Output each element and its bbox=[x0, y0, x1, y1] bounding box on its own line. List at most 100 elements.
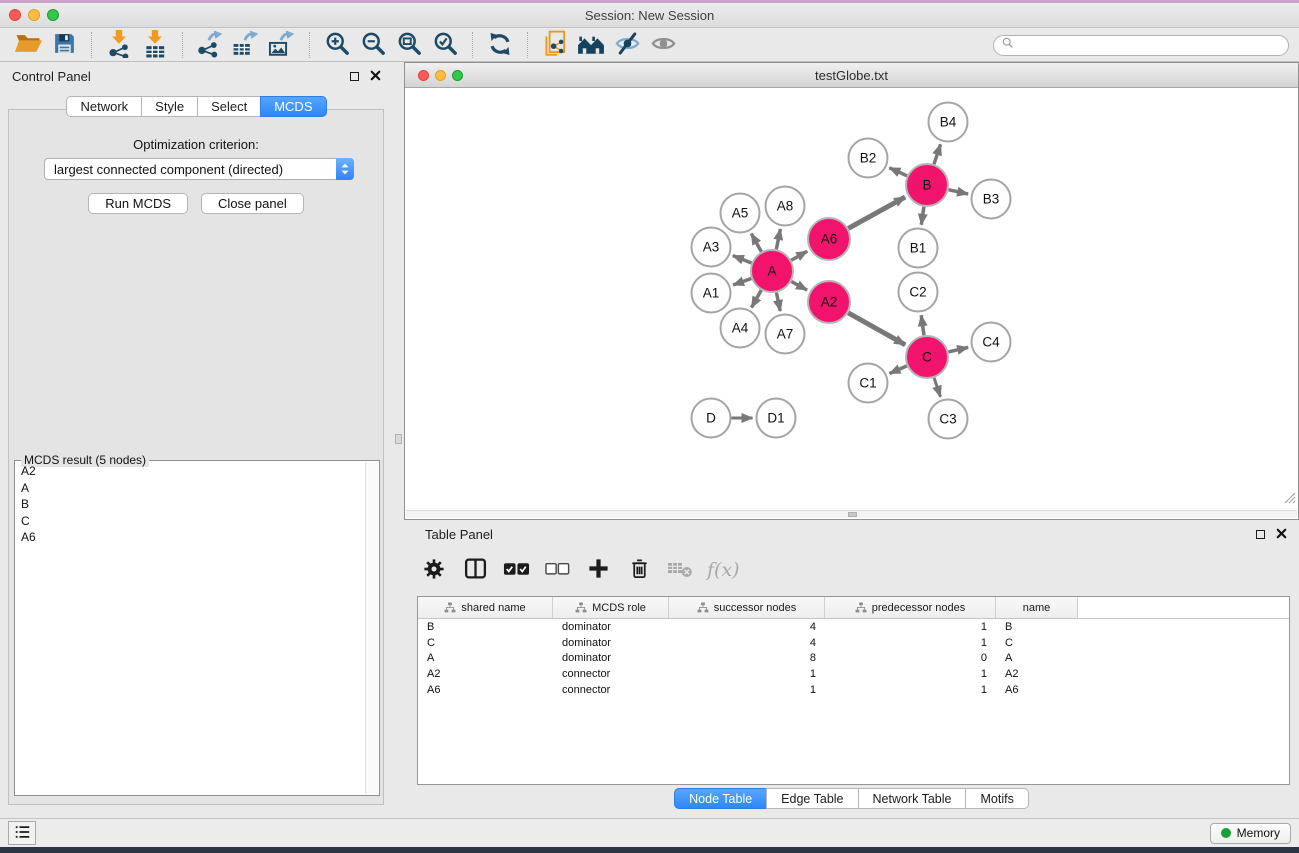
check-all-columns-button[interactable] bbox=[500, 554, 532, 586]
column-header-MCDS-role[interactable]: MCDS role bbox=[553, 597, 669, 618]
split-divider-handle[interactable] bbox=[395, 434, 402, 444]
table-cell[interactable]: B bbox=[996, 621, 1078, 633]
table-cell[interactable]: 4 bbox=[669, 637, 825, 649]
table-cell[interactable]: dominator bbox=[553, 637, 669, 649]
table-cell[interactable]: 1 bbox=[825, 637, 996, 649]
table-cell[interactable]: 1 bbox=[825, 668, 996, 680]
criterion-select[interactable]: largest connected component (directed) bbox=[44, 158, 354, 180]
table-cell[interactable]: 1 bbox=[825, 684, 996, 696]
column-header-name[interactable]: name bbox=[996, 597, 1078, 618]
column-header-predecessor-nodes[interactable]: predecessor nodes bbox=[825, 597, 996, 618]
ndex-button[interactable] bbox=[573, 30, 609, 60]
graph-edge-A-A7[interactable] bbox=[776, 293, 780, 311]
table-cell[interactable]: 8 bbox=[669, 652, 825, 664]
result-scrollbar[interactable] bbox=[365, 462, 378, 794]
tab-select[interactable]: Select bbox=[197, 96, 261, 117]
table-cell[interactable]: A6 bbox=[996, 684, 1078, 696]
table-tab-network-table[interactable]: Network Table bbox=[858, 788, 967, 809]
mcds-result-item[interactable]: C bbox=[17, 513, 364, 530]
maximize-window-button[interactable] bbox=[47, 9, 59, 21]
uncheck-all-columns-button[interactable] bbox=[541, 554, 573, 586]
table-cell[interactable]: C bbox=[418, 637, 553, 649]
table-cell[interactable]: A bbox=[418, 652, 553, 664]
table-cell[interactable]: connector bbox=[553, 668, 669, 680]
graph-edge-C-C2[interactable] bbox=[921, 315, 924, 335]
table-row[interactable]: Adominator80A bbox=[418, 651, 1289, 667]
float-table-panel-icon[interactable] bbox=[1256, 530, 1265, 539]
mcds-result-item[interactable]: A2 bbox=[17, 463, 364, 480]
save-session-button[interactable] bbox=[46, 30, 82, 60]
graph-edge-A2-C[interactable] bbox=[848, 313, 905, 345]
delete-column-button[interactable] bbox=[623, 554, 655, 586]
table-cell[interactable]: 0 bbox=[825, 652, 996, 664]
task-history-button[interactable] bbox=[8, 821, 36, 845]
table-cell[interactable]: C bbox=[996, 637, 1078, 649]
table-cell[interactable]: A bbox=[996, 652, 1078, 664]
export-image-button[interactable] bbox=[264, 30, 300, 60]
run-mcds-button[interactable]: Run MCDS bbox=[88, 193, 188, 214]
apply-layout-button[interactable] bbox=[482, 30, 518, 60]
table-row[interactable]: A6connector11A6 bbox=[418, 682, 1289, 698]
minimize-network-window-button[interactable] bbox=[435, 70, 446, 81]
table-cell[interactable]: B bbox=[418, 621, 553, 633]
zoom-fit-button[interactable] bbox=[391, 30, 427, 60]
export-network-button[interactable] bbox=[192, 30, 228, 60]
graph-edge-A-A2[interactable] bbox=[791, 282, 807, 291]
graph-edge-C-C4[interactable] bbox=[948, 347, 968, 352]
graph-edge-A-A1[interactable] bbox=[733, 278, 751, 285]
add-column-button[interactable] bbox=[582, 554, 614, 586]
import-network-button[interactable] bbox=[101, 30, 137, 60]
zoom-selected-button[interactable] bbox=[427, 30, 463, 60]
search-field[interactable] bbox=[993, 35, 1289, 56]
close-table-panel-icon[interactable] bbox=[1276, 527, 1287, 542]
close-panel-button[interactable]: Close panel bbox=[201, 193, 304, 214]
column-header-successor-nodes[interactable]: successor nodes bbox=[669, 597, 825, 618]
table-mode-button[interactable] bbox=[418, 554, 450, 586]
close-window-button[interactable] bbox=[9, 9, 21, 21]
graph-edge-C-C3[interactable] bbox=[934, 378, 940, 397]
table-cell[interactable]: dominator bbox=[553, 621, 669, 633]
graph-edge-B-B4[interactable] bbox=[934, 144, 941, 164]
search-input[interactable] bbox=[1018, 38, 1281, 52]
graph-edge-B-B3[interactable] bbox=[948, 190, 968, 194]
table-row[interactable]: A2connector11A2 bbox=[418, 666, 1289, 682]
table-cell[interactable]: A2 bbox=[996, 668, 1078, 680]
table-cell[interactable]: 1 bbox=[825, 621, 996, 633]
table-cell[interactable]: 1 bbox=[669, 668, 825, 680]
graph-edge-A-A6[interactable] bbox=[791, 251, 807, 260]
zoom-out-button[interactable] bbox=[355, 30, 391, 60]
zoom-in-button[interactable] bbox=[319, 30, 355, 60]
table-cell[interactable]: dominator bbox=[553, 652, 669, 664]
show-all-button[interactable] bbox=[645, 30, 681, 60]
graph-edge-A-A4[interactable] bbox=[752, 290, 762, 307]
tab-mcds[interactable]: MCDS bbox=[260, 96, 326, 117]
mcds-result-item[interactable]: A6 bbox=[17, 529, 364, 546]
network-canvas[interactable]: B4B2BB3A8A5A6A3B1AA1C2A2A4A7C4CC1C3DD1 bbox=[406, 89, 1297, 510]
memory-button[interactable]: Memory bbox=[1210, 823, 1291, 844]
hscroll-thumb[interactable] bbox=[848, 512, 857, 517]
table-row[interactable]: Cdominator41C bbox=[418, 635, 1289, 651]
network-hscrollbar[interactable] bbox=[406, 510, 1297, 518]
table-row[interactable]: Bdominator41B bbox=[418, 619, 1289, 635]
resize-grip-icon[interactable] bbox=[1284, 491, 1296, 509]
network-graph[interactable]: B4B2BB3A8A5A6A3B1AA1C2A2A4A7C4CC1C3DD1 bbox=[406, 89, 1297, 510]
table-cell[interactable]: A6 bbox=[418, 684, 553, 696]
split-panel-button[interactable] bbox=[459, 554, 491, 586]
graph-edge-A6-B[interactable] bbox=[848, 197, 905, 228]
graph-edge-A-A8[interactable] bbox=[776, 229, 780, 249]
graph-edge-B-B1[interactable] bbox=[921, 207, 924, 225]
close-panel-icon[interactable] bbox=[370, 69, 381, 84]
graph-edge-B-B2[interactable] bbox=[889, 168, 907, 176]
tab-style[interactable]: Style bbox=[141, 96, 198, 117]
hide-selected-button[interactable] bbox=[609, 30, 645, 60]
new-network-from-selection-button[interactable] bbox=[537, 30, 573, 60]
table-tab-edge-table[interactable]: Edge Table bbox=[766, 788, 858, 809]
delete-table-button[interactable] bbox=[664, 554, 696, 586]
network-window-titlebar[interactable]: testGlobe.txt bbox=[405, 63, 1298, 88]
table-cell[interactable]: A2 bbox=[418, 668, 553, 680]
mcds-result-item[interactable]: B bbox=[17, 496, 364, 513]
mcds-result-item[interactable]: A bbox=[17, 480, 364, 497]
graph-edge-A-A5[interactable] bbox=[751, 234, 761, 252]
table-cell[interactable]: connector bbox=[553, 684, 669, 696]
graph-edge-A-A3[interactable] bbox=[733, 256, 752, 263]
